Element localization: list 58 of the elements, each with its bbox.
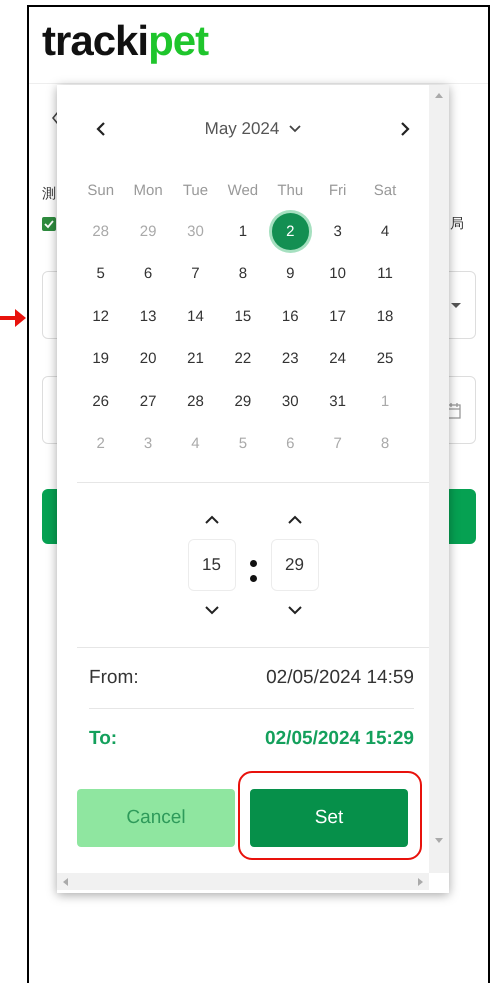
trackipet-logo: trackipet xyxy=(42,16,208,66)
calendar-day[interactable]: 8 xyxy=(224,256,262,292)
calendar-day[interactable]: 17 xyxy=(318,298,356,334)
calendar-day[interactable]: 11 xyxy=(366,256,404,292)
calendar-day[interactable]: 3 xyxy=(318,213,356,250)
range-value: 02/05/2024 14:59 xyxy=(266,667,414,689)
calendar-day[interactable]: 16 xyxy=(272,298,309,334)
calendar-day[interactable]: 25 xyxy=(366,340,404,377)
calendar-day[interactable]: 7 xyxy=(176,256,214,292)
colon-icon xyxy=(250,560,256,582)
calendar-day[interactable]: 12 xyxy=(82,298,120,334)
weekday-label: Sat xyxy=(372,180,398,200)
weekday-label: Thu xyxy=(276,180,304,200)
calendar-day[interactable]: 24 xyxy=(318,340,356,377)
calendar-day[interactable]: 5 xyxy=(82,256,120,292)
calendar-day[interactable]: 9 xyxy=(272,256,309,292)
back-icon[interactable] xyxy=(52,111,60,125)
range-label: To: xyxy=(89,728,118,750)
range-value: 02/05/2024 15:29 xyxy=(265,728,414,750)
calendar-day[interactable]: 27 xyxy=(129,383,167,420)
calendar-day[interactable]: 10 xyxy=(318,256,356,292)
calendar-day[interactable]: 23 xyxy=(272,340,309,377)
calendar-day[interactable]: 28 xyxy=(176,383,214,420)
calendar-day[interactable]: 22 xyxy=(224,340,262,377)
calendar-day[interactable]: 21 xyxy=(176,340,214,377)
calendar-day[interactable]: 15 xyxy=(224,298,262,334)
calendar-day[interactable]: 6 xyxy=(129,256,167,292)
calendar-day[interactable]: 29 xyxy=(224,383,262,420)
weekday-label: Sun xyxy=(86,180,116,200)
form-label: 局 xyxy=(450,215,464,233)
form-label: 測 xyxy=(42,186,56,202)
set-button[interactable]: Set xyxy=(250,789,408,847)
calendar-day[interactable]: 13 xyxy=(129,298,167,334)
calendar-day[interactable]: 1 xyxy=(224,213,262,250)
weekday-label: Wed xyxy=(226,180,260,200)
caret-icon xyxy=(289,125,302,133)
calendar-day[interactable]: 19 xyxy=(82,340,120,377)
minute-field[interactable]: 29 xyxy=(270,539,318,591)
calendar-day[interactable]: 4 xyxy=(366,213,404,250)
caret-icon xyxy=(451,302,461,308)
weekday-label: Fri xyxy=(328,180,348,200)
next-month-icon[interactable] xyxy=(398,121,411,137)
calendar-day[interactable]: 31 xyxy=(318,383,356,420)
pointer-arrow-icon xyxy=(0,306,26,330)
range-label: From: xyxy=(89,667,139,689)
calendar-day[interactable]: 30 xyxy=(272,383,309,420)
checkbox[interactable] xyxy=(42,217,56,231)
weekday-label: Tue xyxy=(182,180,210,200)
hour-field[interactable]: 15 xyxy=(188,539,236,591)
calendar-day[interactable]: 18 xyxy=(366,298,404,334)
calendar-day[interactable]: 2 xyxy=(272,213,309,250)
previous-month-icon[interactable] xyxy=(95,121,107,137)
calendar-day[interactable]: 26 xyxy=(82,383,120,420)
calendar-icon xyxy=(447,402,461,418)
month-selector[interactable]: May 2024 xyxy=(200,119,306,139)
calendar-day[interactable]: 20 xyxy=(129,340,167,377)
calendar-day[interactable]: 14 xyxy=(176,298,214,334)
weekday-label: Mon xyxy=(132,180,164,200)
